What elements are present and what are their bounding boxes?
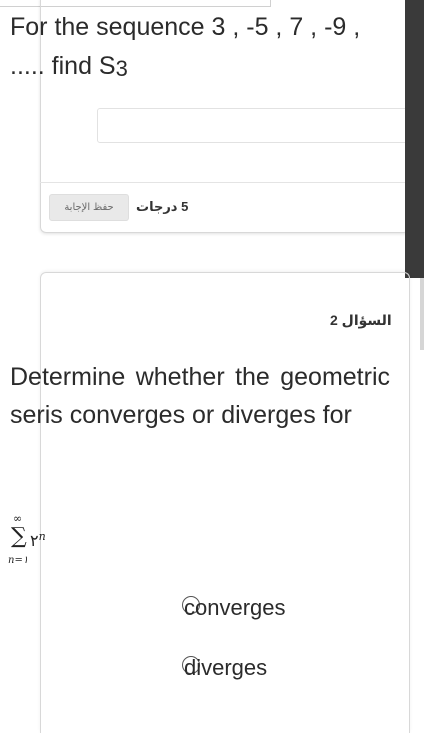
sigma-symbol: ∑ xyxy=(11,524,27,549)
question-1-line2: ..... find S xyxy=(10,52,116,80)
question-2-number: السؤال 2 xyxy=(330,312,392,328)
question-1-subscript: 3 xyxy=(115,56,128,81)
option-diverges[interactable]: diverges xyxy=(182,652,268,684)
series-expression: ∞ ∑ ۲n n=١ xyxy=(6,512,66,572)
scrollbar-thumb[interactable] xyxy=(405,0,424,278)
series-base: ۲ xyxy=(30,531,39,550)
question-1-line1: For the sequence 3 , -5 , 7 , -9 , xyxy=(10,13,361,41)
option-converges-label: converges xyxy=(184,595,286,620)
card-divider xyxy=(40,182,408,183)
save-answer-button[interactable]: حفظ الإجابة xyxy=(49,194,129,221)
points-label: 5 درجات xyxy=(136,199,189,214)
series-term: ۲n xyxy=(30,530,46,550)
series-exponent: n xyxy=(38,530,46,543)
question-1-text: For the sequence 3 , -5 , 7 , -9 , .....… xyxy=(10,8,400,86)
sum-lower-limit: n=١ xyxy=(8,555,29,566)
option-diverges-label: diverges xyxy=(184,655,268,680)
answer-input[interactable] xyxy=(97,108,411,143)
scrollbar-track[interactable] xyxy=(420,278,424,350)
question-2-text: Determine whether the geometric seris co… xyxy=(10,363,390,429)
option-converges[interactable]: converges xyxy=(182,592,286,624)
